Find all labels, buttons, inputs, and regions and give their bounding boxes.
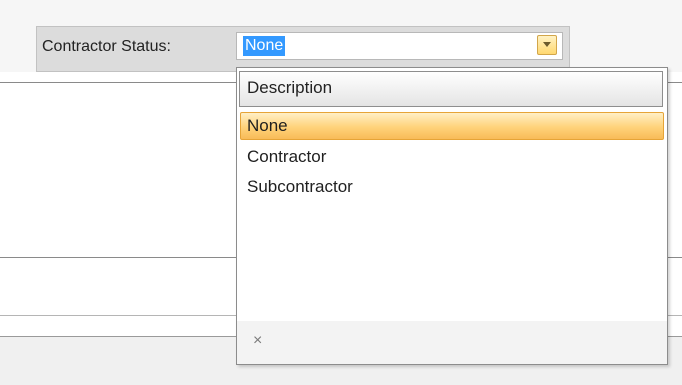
column-header-label: Description xyxy=(247,78,333,97)
section-divider xyxy=(0,82,236,83)
combobox-selected-value[interactable]: None xyxy=(243,36,286,56)
dropdown-item-label[interactable]: None xyxy=(247,115,288,137)
chevron-down-icon xyxy=(543,42,551,47)
dropdown-item-none[interactable] xyxy=(240,112,664,140)
dropdown-button[interactable] xyxy=(537,35,557,55)
section-divider xyxy=(0,257,236,258)
section-divider xyxy=(668,257,682,258)
contractor-status-label: Contractor Status: xyxy=(42,38,171,55)
dropdown-footer xyxy=(237,321,667,364)
dropdown-item-label[interactable]: Contractor xyxy=(247,146,326,168)
close-icon[interactable]: × xyxy=(253,331,262,351)
dropdown-item-label[interactable]: Subcontractor xyxy=(247,176,353,198)
section-divider xyxy=(668,82,682,83)
